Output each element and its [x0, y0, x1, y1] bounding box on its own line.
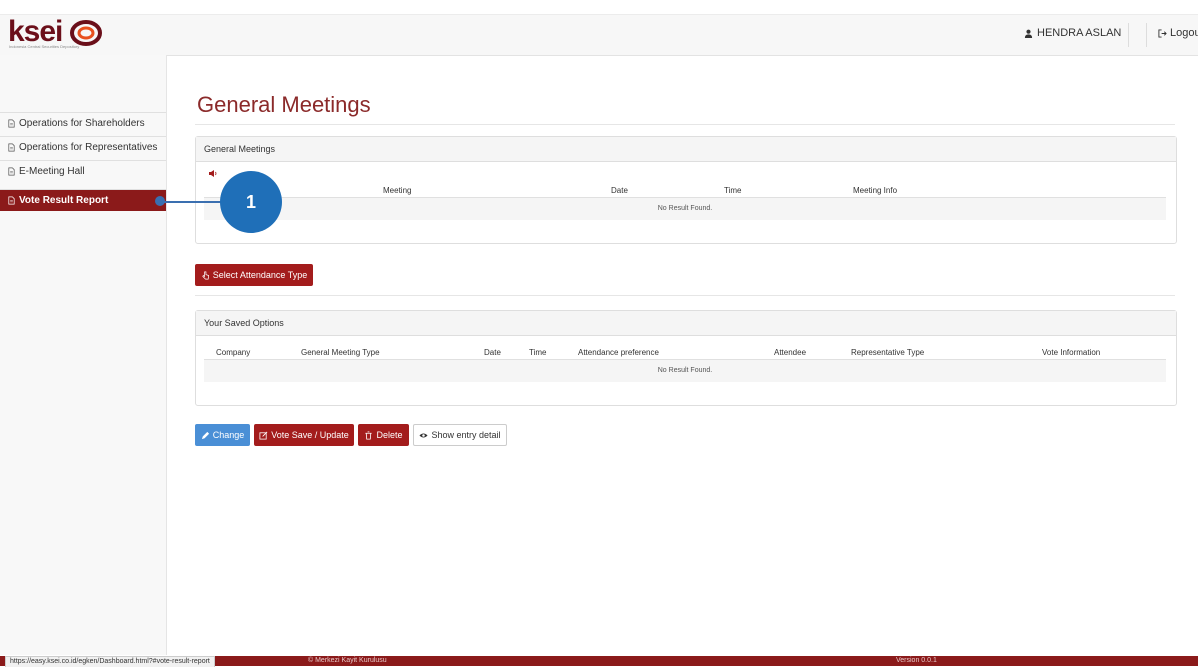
- column-header: Meeting Info: [853, 186, 898, 195]
- select-attendance-type-button[interactable]: Select Attendance Type: [195, 264, 313, 286]
- pointer-icon: [202, 271, 209, 279]
- vote-save-update-button[interactable]: Vote Save / Update: [254, 424, 354, 446]
- eye-icon: [419, 432, 429, 438]
- logout-icon: [1158, 28, 1167, 38]
- document-icon: [8, 119, 15, 128]
- trash-icon: [365, 430, 373, 440]
- step-callout-badge: 1: [220, 171, 282, 233]
- ksei-logo[interactable]: ksei Indonesia Central Securities Deposi…: [8, 17, 128, 52]
- header-divider: [1128, 23, 1129, 47]
- document-icon: [8, 167, 15, 176]
- button-label: Change: [212, 430, 245, 440]
- user-icon: [1024, 29, 1033, 38]
- button-label: Vote Save / Update: [271, 430, 349, 440]
- status-bar-url: https://easy.ksei.co.id/egken/Dashboard.…: [5, 656, 215, 667]
- column-header: Time: [724, 186, 742, 195]
- no-result-text: No Result Found.: [657, 367, 713, 374]
- empty-row: No Result Found.: [204, 197, 1166, 220]
- column-header: Date: [611, 186, 628, 195]
- top-bar: ksei Indonesia Central Securities Deposi…: [0, 14, 1198, 56]
- column-header: Representative Type: [851, 348, 925, 357]
- button-label: Show entry detail: [431, 430, 501, 440]
- page-title: General Meetings: [197, 92, 371, 117]
- logout-button[interactable]: Logout: [1158, 27, 1198, 39]
- sidebar-item-label: Operations for Representatives: [19, 142, 158, 153]
- sidebar-item-label: Operations for Shareholders: [19, 118, 145, 129]
- panel-heading: General Meetings: [196, 137, 1176, 162]
- speaker-icon: [209, 170, 217, 177]
- logout-label: Logout: [1170, 27, 1198, 39]
- logo-subtitle: Indonesia Central Securities Depository: [9, 44, 80, 49]
- callout-connector: [160, 201, 222, 203]
- sidebar-item-label: Vote Result Report: [19, 195, 109, 206]
- footer-copyright: © Merkezi Kayit Kurulusu: [308, 657, 387, 664]
- column-header: General Meeting Type: [301, 348, 380, 357]
- button-label: Select Attendance Type: [212, 270, 308, 280]
- edit-icon: [259, 431, 268, 440]
- column-header: Time: [529, 348, 547, 357]
- column-header: Attendance preference: [578, 348, 659, 357]
- sidebar-item-operations-shareholders[interactable]: Operations for Shareholders: [0, 112, 166, 134]
- section-divider: [195, 295, 1175, 296]
- footer: https://easy.ksei.co.id/egken/Dashboard.…: [0, 656, 1198, 667]
- delete-button[interactable]: Delete: [358, 424, 409, 446]
- sidebar-item-vote-result-report[interactable]: Vote Result Report: [0, 189, 166, 211]
- column-header: Attendee: [774, 348, 807, 357]
- show-entry-detail-button[interactable]: Show entry detail: [413, 424, 507, 446]
- pencil-icon: [201, 431, 209, 439]
- title-divider: [195, 124, 1175, 125]
- column-header: Meeting: [383, 186, 412, 195]
- footer-version: Version 0.0.1: [896, 657, 937, 664]
- document-icon: [8, 143, 15, 152]
- header-divider: [1146, 23, 1147, 47]
- sidebar-item-operations-representatives[interactable]: Operations for Representatives: [0, 136, 166, 158]
- empty-row: No Result Found.: [204, 359, 1166, 382]
- column-header: Vote Information: [1042, 348, 1101, 357]
- general-meetings-panel: General Meetings Meeting Date Time Meeti…: [195, 136, 1177, 244]
- column-header: Date: [484, 348, 501, 357]
- sidebar-item-label: E-Meeting Hall: [19, 166, 85, 177]
- panel-heading: Your Saved Options: [196, 311, 1176, 336]
- user-name: HENDRA ASLAN: [1037, 27, 1122, 39]
- document-icon: [8, 196, 15, 205]
- sidebar: Operations for Shareholders Operations f…: [0, 55, 167, 655]
- sidebar-item-e-meeting-hall[interactable]: E-Meeting Hall: [0, 160, 166, 182]
- logo-swirl-icon: [70, 20, 102, 46]
- button-label: Delete: [376, 430, 403, 440]
- change-button[interactable]: Change: [195, 424, 250, 446]
- no-result-text: No Result Found.: [657, 205, 713, 212]
- column-header: Company: [216, 348, 251, 357]
- saved-options-panel: Your Saved Options Company General Meeti…: [195, 310, 1177, 406]
- callout-anchor-dot: [155, 196, 165, 206]
- user-menu[interactable]: HENDRA ASLAN: [1024, 27, 1121, 39]
